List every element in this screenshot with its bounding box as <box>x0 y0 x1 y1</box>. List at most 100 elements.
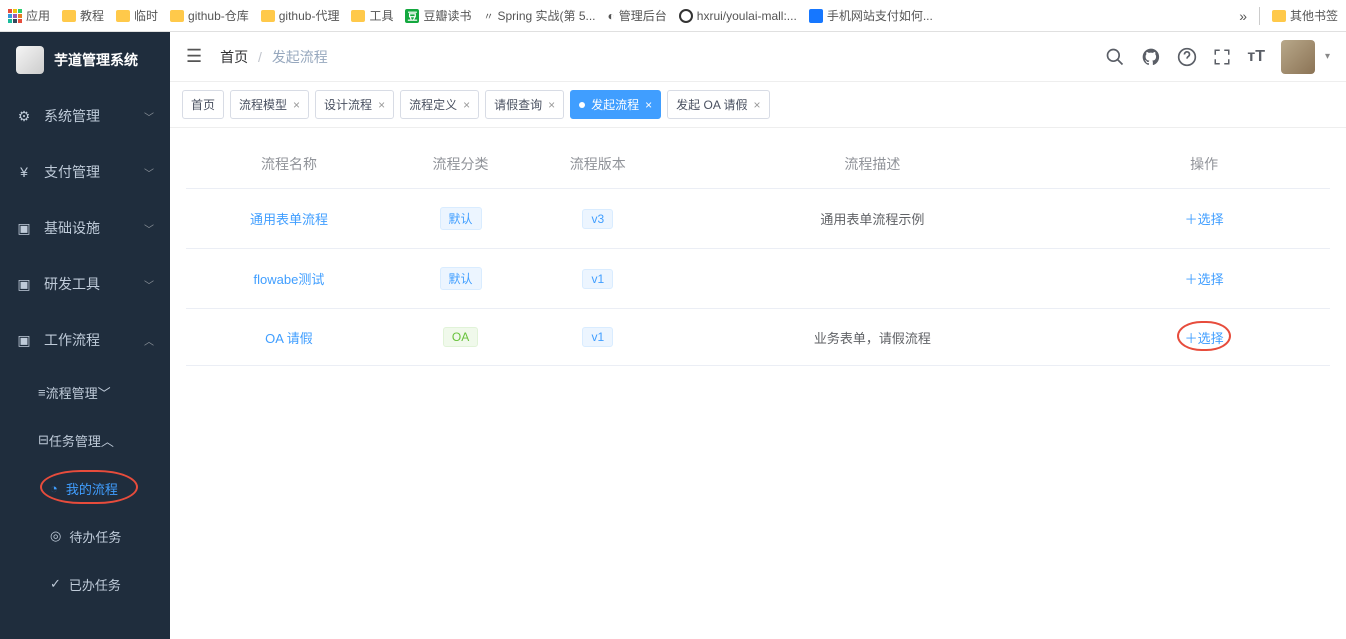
tab-process-model[interactable]: 流程模型 × <box>230 90 309 119</box>
sidebar-label: 研发工具 <box>44 274 100 294</box>
module-icon: ▣ <box>16 332 32 349</box>
help-icon[interactable] <box>1177 47 1197 67</box>
category-tag: 默认 <box>440 207 482 230</box>
bookmark-folder[interactable]: 教程 <box>62 7 104 24</box>
bookmark-label: 其他书签 <box>1290 7 1338 24</box>
chevron-up-icon: ︿ <box>144 333 154 348</box>
category-tag: OA <box>443 327 478 347</box>
process-name-link[interactable]: OA 请假 <box>265 331 313 346</box>
process-name-link[interactable]: flowabe测试 <box>254 272 325 287</box>
folder-icon <box>351 10 365 22</box>
topbar-actions: тT ▾ <box>1105 40 1330 74</box>
sidebar-sub-process-mgmt[interactable]: ≡流程管理﹀ <box>0 368 170 416</box>
sidebar-label: 待办任务 <box>69 527 121 546</box>
breadcrumb-current: 发起流程 <box>272 49 328 65</box>
tab-leave-query[interactable]: 请假查询× <box>485 90 564 119</box>
select-button[interactable]: ＋选择 <box>1185 272 1224 287</box>
sidebar-item-workflow[interactable]: ▣ 工作流程 ︿ <box>0 312 170 368</box>
breadcrumb-home[interactable]: 首页 <box>220 49 248 65</box>
sidebar-label: 已办任务 <box>69 575 121 594</box>
other-bookmarks[interactable]: 其他书签 <box>1272 7 1338 24</box>
sidebar-my-process[interactable]: ◔我的流程 <box>0 464 170 512</box>
avatar[interactable] <box>1281 40 1315 74</box>
more-bookmarks[interactable]: » <box>1239 8 1247 24</box>
tab-label: 流程模型 <box>239 96 287 113</box>
divider <box>1259 7 1260 25</box>
bookmark-link[interactable]: 豆豆瓣读书 <box>405 7 471 24</box>
category-tag: 默认 <box>440 267 482 290</box>
sidebar-todo-task[interactable]: ◎ 待办任务 <box>0 512 170 560</box>
process-table: 流程名称 流程分类 流程版本 流程描述 操作 通用表单流程 默认 v3 通用表单… <box>186 140 1330 366</box>
sidebar-label: 基础设施 <box>44 218 100 238</box>
th-version: 流程版本 <box>529 140 666 189</box>
topbar: ☰ 首页 / 发起流程 тT ▾ <box>170 32 1346 82</box>
close-icon[interactable]: × <box>463 98 470 112</box>
folder-icon <box>1272 10 1286 22</box>
sidebar-label: 系统管理 <box>44 106 100 126</box>
brand-title: 芋道管理系统 <box>54 50 138 70</box>
tab-home[interactable]: 首页 <box>182 90 224 119</box>
fullscreen-icon[interactable] <box>1213 48 1231 66</box>
bookmark-label: github-代理 <box>279 7 340 24</box>
tab-label: 发起流程 <box>591 96 639 113</box>
list-icon: ≡ <box>38 385 46 400</box>
th-category: 流程分类 <box>392 140 529 189</box>
brand-logo <box>16 46 44 74</box>
tab-start-process[interactable]: 发起流程 × <box>570 90 661 119</box>
bookmark-folder[interactable]: github-仓库 <box>170 7 249 24</box>
bookmark-label: 工具 <box>369 7 393 24</box>
hamburger-icon[interactable]: ☰ <box>186 46 202 67</box>
apps-button[interactable]: 应用 <box>8 7 50 24</box>
tab-design-process[interactable]: 设计流程× <box>315 90 394 119</box>
bookmark-link[interactable]: 〃Spring 实战(第 5... <box>483 7 595 24</box>
brand: 芋道管理系统 <box>0 32 170 88</box>
sidebar-item-infra[interactable]: ▣基础设施﹀ <box>0 200 170 256</box>
caret-down-icon[interactable]: ▾ <box>1325 51 1330 62</box>
tabs-bar: 首页 流程模型 × 设计流程× 流程定义× 请假查询× 发起流程 × 发起 OA 请… <box>170 82 1346 128</box>
sidebar-sub-task-mgmt[interactable]: ⊟任务管理︿ <box>0 416 170 464</box>
bookmark-link[interactable]: ◐管理后台 <box>608 7 667 24</box>
tab-process-def[interactable]: 流程定义× <box>400 90 479 119</box>
search-icon[interactable] <box>1105 47 1125 67</box>
chevron-down-icon: ﹀ <box>144 165 154 180</box>
tab-start-oa-leave[interactable]: 发起 OA 请假× <box>667 90 769 119</box>
sidebar-label: 工作流程 <box>44 330 100 350</box>
select-button[interactable]: ＋选择 <box>1185 331 1224 346</box>
sidebar-done-task[interactable]: ✓ 已办任务 <box>0 560 170 608</box>
bookmark-folder[interactable]: github-代理 <box>261 7 340 24</box>
font-size-icon[interactable]: тT <box>1247 48 1265 66</box>
sidebar-item-payment[interactable]: ¥支付管理﹀ <box>0 144 170 200</box>
table-row: 通用表单流程 默认 v3 通用表单流程示例 ＋选择 <box>186 189 1330 249</box>
chevron-down-icon: ﹀ <box>144 221 154 236</box>
sidebar-item-dev[interactable]: ▣研发工具﹀ <box>0 256 170 312</box>
github-icon[interactable] <box>1141 47 1161 67</box>
close-icon[interactable]: × <box>754 98 761 112</box>
circle-icon: ◎ <box>50 528 61 544</box>
apps-icon <box>8 9 22 23</box>
bookmark-folder[interactable]: 临时 <box>116 7 158 24</box>
bookmark-label: github-仓库 <box>188 7 249 24</box>
bookmark-folder[interactable]: 工具 <box>351 7 393 24</box>
close-icon[interactable]: × <box>645 98 652 112</box>
bookmark-label: hxrui/youlai-mall:... <box>697 9 797 23</box>
bookmark-label: 临时 <box>134 7 158 24</box>
sidebar-label: 任务管理 <box>49 431 101 450</box>
close-icon[interactable]: × <box>378 98 385 112</box>
process-name-link[interactable]: 通用表单流程 <box>250 212 328 227</box>
th-action: 操作 <box>1078 140 1330 189</box>
breadcrumb: 首页 / 发起流程 <box>220 47 328 67</box>
main-content: ☰ 首页 / 发起流程 тT ▾ 首页 流程模型 × 设计流程× 流程定义× 请假… <box>170 32 1346 639</box>
select-button[interactable]: ＋选择 <box>1185 212 1224 227</box>
close-icon[interactable]: × <box>293 98 300 112</box>
version-tag: v1 <box>582 327 613 347</box>
bookmark-label: Spring 实战(第 5... <box>497 7 595 24</box>
table-row: flowabe测试 默认 v1 ＋选择 <box>186 249 1330 309</box>
sidebar-item-system[interactable]: ⚙系统管理﹀ <box>0 88 170 144</box>
check-icon: ✓ <box>50 576 61 592</box>
desc-cell: 通用表单流程示例 <box>666 189 1078 249</box>
bookmark-link[interactable]: 手机网站支付如何... <box>809 7 933 24</box>
chevron-up-icon: ︿ <box>101 431 114 450</box>
bookmark-link[interactable]: hxrui/youlai-mall:... <box>679 9 797 23</box>
close-icon[interactable]: × <box>548 98 555 112</box>
bookmark-label: 教程 <box>80 7 104 24</box>
